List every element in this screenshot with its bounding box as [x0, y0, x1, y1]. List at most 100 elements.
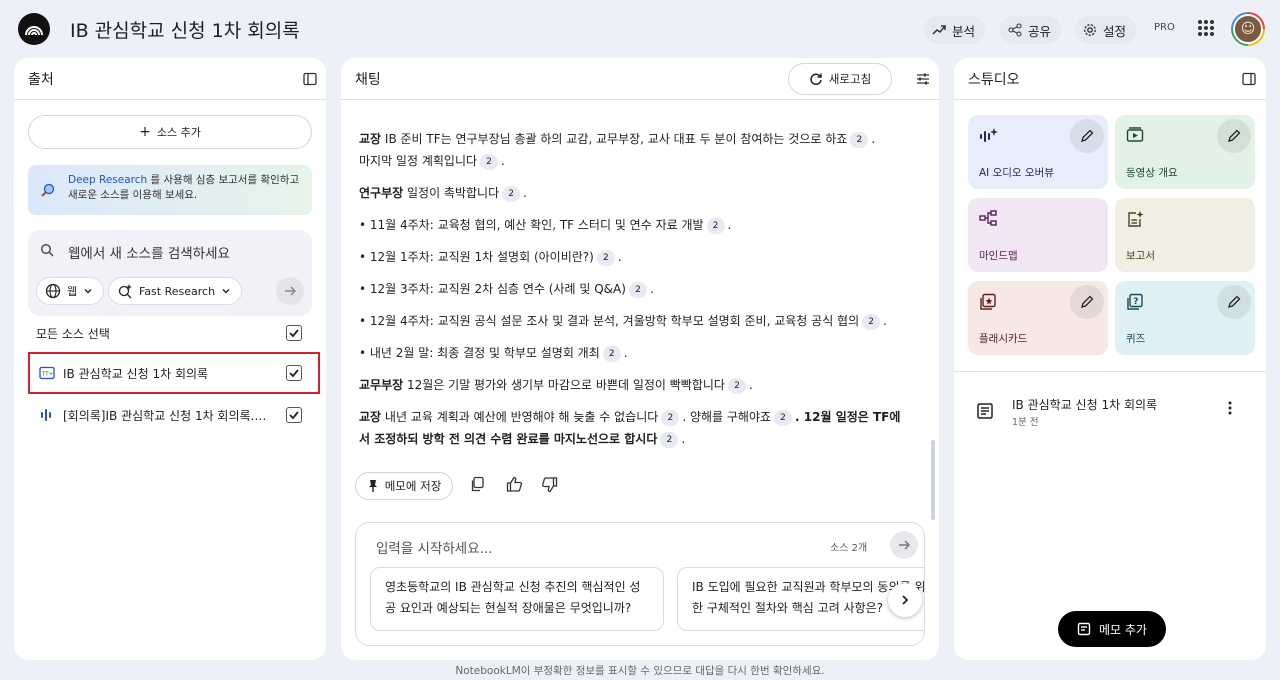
citation-chip[interactable]: 2 [480, 153, 499, 170]
citation-chip[interactable]: 2 [727, 377, 746, 394]
studio-tile-quiz[interactable]: ? 퀴즈 [1115, 281, 1255, 355]
search-submit-button[interactable] [276, 277, 304, 305]
citation-chip[interactable]: 2 [661, 409, 680, 426]
suggested-question[interactable]: 영초등학교의 IB 관심학교 신청 추진의 핵심적인 성공 요인과 예상되는 현… [370, 567, 664, 631]
thumbs-down-icon[interactable] [541, 476, 558, 497]
check-icon [289, 329, 299, 338]
chat-message: 교장 IB 준비 TF는 연구부장님 총괄 하의 교감, 교무부장, 교사 대표… [359, 128, 909, 460]
share-label: 공유 [1028, 23, 1052, 39]
notebook-title[interactable]: IB 관심학교 신청 1차 회의록 [70, 16, 300, 43]
thumbs-up-icon[interactable] [506, 476, 523, 497]
svg-text:TT+: TT+ [41, 372, 54, 378]
citation-chip[interactable]: 2 [602, 345, 621, 362]
add-source-button[interactable]: + 소스 추가 [28, 115, 312, 149]
analyze-button[interactable]: 분석 [924, 16, 986, 44]
pencil-icon[interactable] [1217, 119, 1251, 153]
citation-chip[interactable]: 2 [628, 281, 647, 298]
citation-chip[interactable]: 2 [596, 249, 615, 266]
chat-input[interactable]: 입력을 시작하세요... [376, 537, 493, 557]
flashcard-icon [979, 293, 997, 315]
source-item-checkbox[interactable] [286, 407, 302, 423]
citation-chip[interactable]: 2 [774, 409, 793, 426]
studio-tile-mindmap[interactable]: 마인드맵 [968, 198, 1108, 272]
add-memo-button[interactable]: 메모 추가 [1058, 611, 1166, 647]
studio-tile-label: 동영상 개요 [1126, 167, 1178, 179]
source-item[interactable]: [회의록]IB 관심학교 신청 1차 회의록.m... [30, 396, 318, 434]
citation-chip[interactable]: 2 [850, 131, 869, 148]
sources-panel-header: 출처 [14, 58, 326, 100]
report-icon [1126, 210, 1144, 232]
chat-bullet: • 12월 3주차: 교직원 2차 심층 연수 (사례 및 Q&A) 2. [359, 281, 654, 298]
arrow-right-icon [899, 540, 911, 550]
chat-text: • 12월 3주차: 교직원 2차 심층 연수 (사례 및 Q&A) [359, 282, 626, 296]
settings-button[interactable]: 설정 [1075, 16, 1137, 44]
tune-icon[interactable] [915, 71, 931, 87]
chat-paragraph: 교장 내년 교육 계획과 예산에 반영해야 해 늦출 수 없습니다 2. 양해를 … [359, 409, 901, 448]
speaker-label: 교장 [359, 132, 382, 146]
check-icon [289, 369, 299, 378]
pencil-icon[interactable] [1070, 285, 1104, 319]
pro-badge: PRO [1154, 22, 1175, 33]
avatar[interactable]: ☺ [1231, 12, 1265, 46]
chat-text: 일정이 촉박합니다 [403, 186, 500, 200]
add-memo-label: 메모 추가 [1099, 622, 1147, 637]
studio-tile-video-overview[interactable]: 동영상 개요 [1115, 115, 1255, 189]
sparkle-search-icon [118, 284, 132, 299]
next-suggestion-button[interactable] [888, 583, 922, 617]
chat-scrollbar[interactable] [931, 440, 935, 520]
sources-panel: 출처 + 소스 추가 Deep Research 를 사용해 심층 보고서를 확… [14, 58, 326, 660]
save-to-memo-button[interactable]: 메모에 저장 [355, 472, 453, 500]
save-to-memo-label: 메모에 저장 [384, 479, 442, 493]
citation-chip[interactable]: 2 [706, 217, 725, 234]
add-source-label: 소스 추가 [156, 126, 201, 139]
studio-tile-report[interactable]: 보고서 [1115, 198, 1255, 272]
refresh-button[interactable]: 새로고침 [788, 63, 892, 95]
chevron-right-icon [902, 595, 909, 605]
pencil-icon[interactable] [1217, 285, 1251, 319]
citation-chip[interactable]: 2 [660, 431, 679, 448]
share-button[interactable]: 공유 [1000, 16, 1062, 44]
citation-chip[interactable]: 2 [502, 185, 521, 202]
notebooklm-logo-icon[interactable] [18, 13, 50, 45]
deep-research-link[interactable]: Deep Research [68, 174, 147, 186]
research-mode-chip[interactable]: Fast Research [108, 277, 243, 305]
saved-note-item[interactable]: IB 관심학교 신청 1차 회의록 1분 전 [954, 392, 1266, 436]
studio-tile-label: 플래시카드 [979, 333, 1028, 345]
web-search-input[interactable]: 웹에서 새 소스를 검색하세요 [68, 242, 230, 262]
source-item[interactable]: TT+ IB 관심학교 신청 1차 회의록 [28, 352, 320, 394]
pencil-icon[interactable] [1070, 119, 1104, 153]
refresh-label: 새로고침 [828, 72, 872, 86]
studio-panel-header: 스튜디오 [954, 58, 1266, 100]
magnifier-icon [40, 182, 56, 203]
source-count: 소스 2개 [830, 543, 868, 554]
studio-tile-label: 마인드맵 [979, 250, 1018, 262]
select-all-checkbox[interactable] [286, 325, 302, 341]
check-icon [289, 411, 299, 420]
chat-text: 12월은 기말 평가와 생기부 마감으로 바쁜데 일정이 빡빡합니다 [403, 378, 725, 392]
chevron-down-icon [84, 289, 92, 294]
chat-text: . 양해를 구해야죠 [682, 410, 772, 424]
studio-tile-audio-overview[interactable]: AI 오디오 오버뷰 [968, 115, 1108, 189]
chat-panel: 채팅 새로고침 교장 IB 준비 TF는 연구부장님 총괄 하의 교감, 교무부… [341, 58, 939, 660]
deep-research-banner[interactable]: Deep Research 를 사용해 심층 보고서를 확인하고 새로운 소스를… [28, 165, 312, 215]
copy-icon[interactable] [470, 476, 486, 496]
quiz-icon: ? [1126, 293, 1144, 315]
mindmap-icon [979, 210, 997, 230]
collapse-panel-icon[interactable] [302, 71, 318, 87]
top-bar: IB 관심학교 신청 1차 회의록 분석 공유 설정 PRO ☺ [0, 0, 1280, 56]
trending-icon [932, 25, 946, 35]
chat-panel-header: 채팅 새로고침 [341, 58, 939, 100]
citation-chip[interactable]: 2 [862, 313, 881, 330]
studio-tile-flashcards[interactable]: 플래시카드 [968, 281, 1108, 355]
source-item-label: IB 관심학교 신청 1차 회의록 [63, 367, 209, 381]
disclaimer-footer: NotebookLM이 부정확한 정보를 표시할 수 있으므로 대답을 다시 한… [455, 665, 825, 677]
video-icon [1126, 127, 1144, 147]
web-search-box: 웹에서 새 소스를 검색하세요 웹 Fast Research [28, 230, 312, 316]
web-chip[interactable]: 웹 [36, 277, 105, 305]
apps-grid-icon[interactable] [1198, 20, 1214, 36]
settings-label: 설정 [1103, 23, 1127, 39]
send-button[interactable] [890, 531, 918, 559]
more-vert-icon[interactable] [1224, 400, 1236, 420]
source-item-checkbox[interactable] [286, 365, 302, 381]
collapse-panel-icon[interactable] [1241, 71, 1257, 87]
